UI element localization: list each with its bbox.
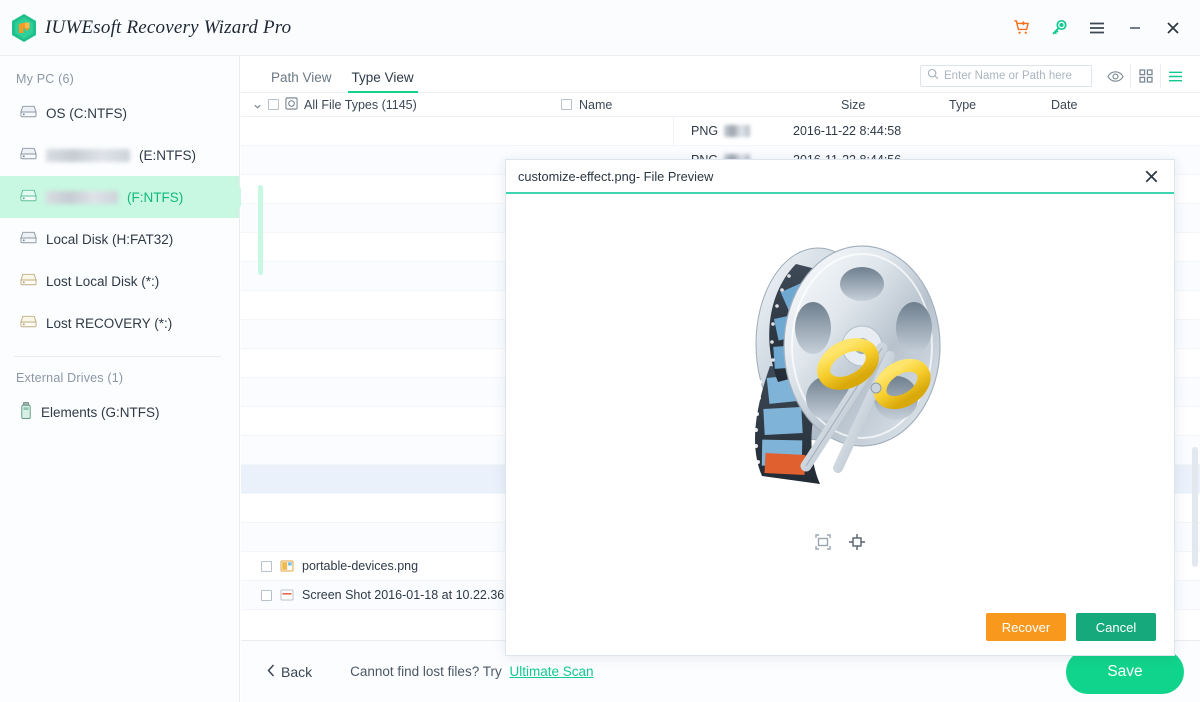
sidebar-item-label: Lost RECOVERY (*:) — [46, 316, 172, 331]
eye-icon[interactable] — [1100, 64, 1130, 88]
tree-root-header[interactable]: All File Types (1145) — [241, 97, 561, 113]
sidebar-item-elements[interactable]: Elements (G:NTFS) — [0, 391, 239, 433]
sidebar-item-label: Elements (G:NTFS) — [41, 405, 160, 420]
column-header-name[interactable]: Name — [561, 98, 841, 112]
window-controls — [1002, 8, 1200, 48]
hard-drive-icon — [20, 189, 37, 206]
list-header: All File Types (1145) Name Size Type Dat… — [241, 93, 1200, 117]
close-icon[interactable] — [1140, 165, 1162, 187]
search-icon — [927, 67, 939, 85]
column-name-label: Name — [579, 98, 612, 112]
hard-drive-icon — [20, 105, 37, 122]
file-preview-dialog: customize-effect.png- File Preview — [505, 159, 1175, 656]
hard-drive-icon — [20, 273, 37, 290]
dialog-header: customize-effect.png- File Preview — [506, 160, 1174, 194]
back-button[interactable]: Back — [257, 658, 322, 686]
column-header-type[interactable]: Type — [941, 98, 1051, 112]
sidebar-item-drive-e[interactable]: (E:NTFS) — [0, 134, 239, 176]
sidebar-item-local-disk-h[interactable]: Local Disk (H:FAT32) — [0, 218, 239, 260]
key-icon[interactable] — [1040, 8, 1078, 48]
usb-drive-icon — [20, 402, 32, 422]
row-type-cell: PNG — [673, 124, 783, 138]
view-tab-bar: Path View Type View — [241, 56, 1200, 93]
sidebar: My PC (6) OS (C:NTFS) (E:NTFS) — [0, 56, 240, 702]
tab-type-view[interactable]: Type View — [342, 70, 424, 92]
hard-drive-icon — [20, 315, 37, 332]
search-box[interactable] — [920, 65, 1092, 87]
row-checkbox[interactable] — [261, 561, 272, 572]
dialog-body — [506, 194, 1174, 599]
fit-to-window-icon[interactable] — [814, 533, 832, 551]
sidebar-item-drive-f[interactable]: (F:NTFS) — [0, 176, 239, 218]
file-name-label: Screen Shot 2016-01-18 at 10.22.36 P — [302, 588, 516, 602]
row-date-cell: 2016-11-22 8:44:58 — [783, 124, 963, 138]
ultimate-scan-hint: Cannot find lost files? Try Ultimate Sca… — [350, 664, 593, 679]
list-toolbar — [920, 64, 1190, 88]
dialog-footer: Recover Cancel — [506, 599, 1174, 655]
sidebar-item-label: (F:NTFS) — [127, 190, 183, 205]
chevron-down-icon[interactable] — [253, 100, 262, 109]
list-view-icon[interactable] — [1160, 64, 1190, 88]
cart-icon[interactable] — [1002, 8, 1040, 48]
save-button[interactable]: Save — [1066, 650, 1184, 694]
cancel-button[interactable]: Cancel — [1076, 613, 1156, 641]
app-title: IUWEsoft Recovery Wizard Pro — [45, 17, 291, 39]
sidebar-divider — [14, 356, 221, 357]
left-panel-scrollbar-thumb[interactable] — [258, 185, 263, 275]
image-tools — [814, 533, 866, 551]
redacted-drive-name — [46, 149, 130, 162]
hexagon-logo-icon — [10, 13, 38, 43]
sidebar-item-label: OS (C:NTFS) — [46, 106, 127, 121]
column-header-size[interactable]: Size — [841, 98, 941, 112]
main-panel: Path View Type View — [241, 56, 1200, 702]
row-type-label: PNG — [691, 124, 718, 138]
dialog-title: customize-effect.png- File Preview — [518, 169, 713, 184]
redacted-type-detail — [724, 125, 750, 137]
redacted-drive-name — [46, 191, 118, 204]
chevron-left-icon — [267, 664, 275, 680]
file-name-label: portable-devices.png — [302, 559, 418, 573]
sidebar-group-external-title: External Drives (1) — [0, 371, 239, 391]
film-reel-scissors-image — [710, 216, 970, 521]
app-brand: IUWEsoft Recovery Wizard Pro — [0, 13, 291, 43]
row-checkbox[interactable] — [261, 590, 272, 601]
sidebar-item-lost-recovery[interactable]: Lost RECOVERY (*:) — [0, 302, 239, 344]
hard-drive-icon — [20, 231, 37, 248]
tab-path-view[interactable]: Path View — [261, 70, 342, 92]
recover-button[interactable]: Recover — [986, 613, 1066, 641]
hard-drive-icon — [20, 147, 37, 164]
column-header-date[interactable]: Date — [1051, 98, 1191, 112]
back-label: Back — [281, 664, 312, 680]
file-list-scrollbar-thumb[interactable] — [1192, 447, 1198, 567]
ultimate-scan-link[interactable]: Ultimate Scan — [509, 664, 593, 679]
png-file-icon — [280, 559, 294, 573]
hint-text: Cannot find lost files? Try — [350, 664, 502, 679]
search-input[interactable] — [944, 70, 1084, 82]
tree-root-label: All File Types (1145) — [304, 98, 417, 112]
sidebar-item-label: Lost Local Disk (*:) — [46, 274, 159, 289]
actual-size-icon[interactable] — [848, 533, 866, 551]
sidebar-item-os[interactable]: OS (C:NTFS) — [0, 92, 239, 134]
grid-view-icon[interactable] — [1130, 64, 1160, 88]
table-row[interactable]: PNG 2016-11-22 8:44:58 — [241, 117, 1200, 146]
all-file-types-icon — [285, 97, 298, 113]
minimize-icon[interactable] — [1116, 8, 1154, 48]
application-window: IUWEsoft Recovery Wizard Pro — [0, 0, 1200, 702]
sidebar-item-label: (E:NTFS) — [139, 148, 196, 163]
menu-icon[interactable] — [1078, 8, 1116, 48]
close-icon[interactable] — [1154, 8, 1192, 48]
sidebar-item-lost-local-disk[interactable]: Lost Local Disk (*:) — [0, 260, 239, 302]
sidebar-group-mypc-title: My PC (6) — [0, 72, 239, 92]
title-bar: IUWEsoft Recovery Wizard Pro — [0, 0, 1200, 56]
file-icon — [280, 588, 294, 602]
sidebar-item-label: Local Disk (H:FAT32) — [46, 232, 173, 247]
select-all-files-checkbox[interactable] — [561, 99, 572, 110]
select-all-types-checkbox[interactable] — [268, 99, 279, 110]
